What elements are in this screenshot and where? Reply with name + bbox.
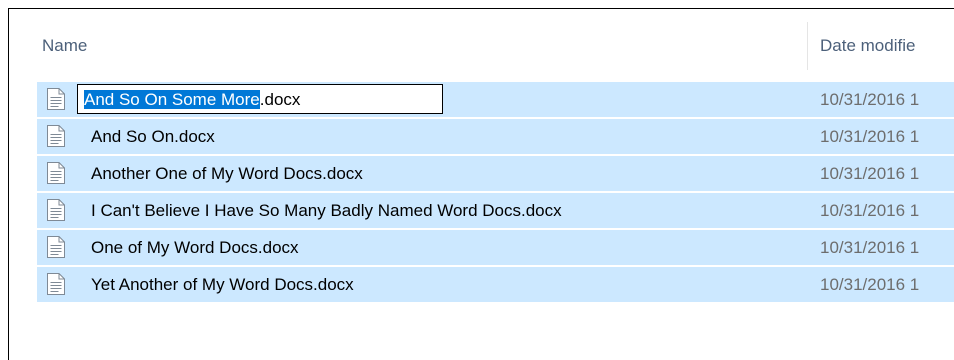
file-name: One of My Word Docs.docx [91, 238, 299, 257]
file-date-modified: 10/31/2016 1 [820, 164, 920, 183]
document-icon [47, 199, 65, 221]
rename-input[interactable]: And So On Some More.docx [77, 84, 443, 114]
file-list: And So On Some More.docx 10/31/2016 1 An… [37, 82, 954, 304]
file-row[interactable]: And So On Some More.docx 10/31/2016 1 [37, 82, 954, 117]
file-name: I Can't Believe I Have So Many Badly Nam… [91, 201, 562, 220]
file-row[interactable]: Yet Another of My Word Docs.docx 10/31/2… [37, 267, 954, 302]
file-row[interactable]: And So On.docx 10/31/2016 1 [37, 119, 954, 154]
file-row[interactable]: I Can't Believe I Have So Many Badly Nam… [37, 193, 954, 228]
column-header-date-modified[interactable]: Date modifie [820, 36, 915, 56]
column-header-bar: Name Date modifie [9, 9, 954, 85]
document-icon [47, 162, 65, 184]
file-explorer-view: Name Date modifie And So On Some More.do… [8, 8, 954, 360]
rename-selected-text: And So On Some More [84, 90, 260, 109]
file-row[interactable]: One of My Word Docs.docx 10/31/2016 1 [37, 230, 954, 265]
file-date-modified: 10/31/2016 1 [820, 90, 920, 109]
file-date-modified: 10/31/2016 1 [820, 201, 920, 220]
file-date-modified: 10/31/2016 1 [820, 275, 920, 294]
file-name: And So On.docx [91, 127, 215, 146]
file-name: Yet Another of My Word Docs.docx [91, 275, 354, 294]
column-divider[interactable] [807, 22, 808, 70]
document-icon [47, 125, 65, 147]
document-icon [47, 88, 65, 110]
file-row[interactable]: Another One of My Word Docs.docx 10/31/2… [37, 156, 954, 191]
rename-extension-text: .docx [259, 90, 301, 109]
file-date-modified: 10/31/2016 1 [820, 127, 920, 146]
file-name: Another One of My Word Docs.docx [91, 164, 363, 183]
column-header-name[interactable]: Name [42, 36, 87, 56]
document-icon [47, 273, 65, 295]
file-date-modified: 10/31/2016 1 [820, 238, 920, 257]
document-icon [47, 236, 65, 258]
